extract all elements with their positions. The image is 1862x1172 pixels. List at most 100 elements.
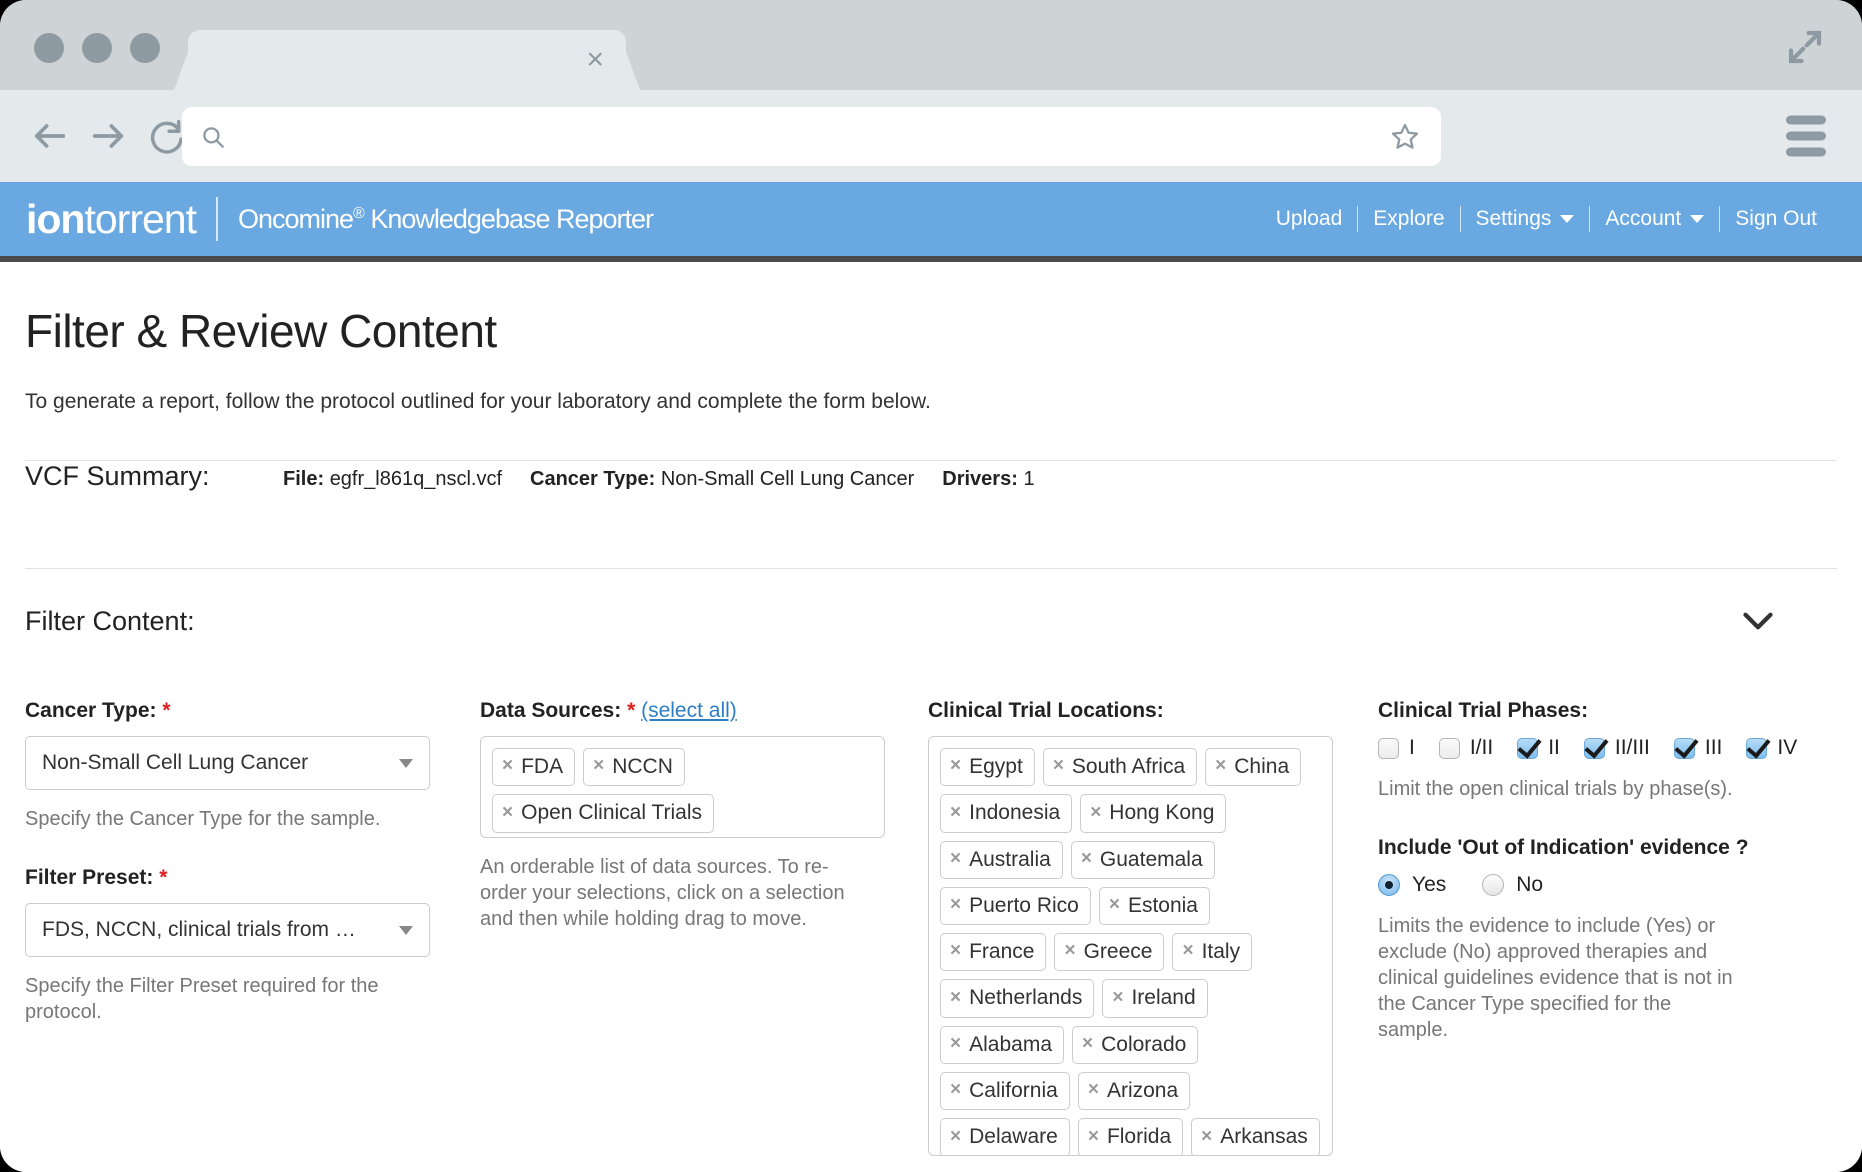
checkbox-checked-icon[interactable] <box>1583 737 1605 759</box>
close-window-button[interactable] <box>34 33 64 63</box>
location-tag[interactable]: × Hong Kong <box>1080 794 1227 833</box>
browser-tab[interactable]: × <box>188 30 626 90</box>
phase-option[interactable]: I/II <box>1438 736 1493 760</box>
tag-label: South Africa <box>1071 755 1186 778</box>
location-tag[interactable]: × China <box>1205 748 1302 787</box>
location-tag[interactable]: × France <box>940 933 1047 972</box>
remove-tag-icon[interactable]: × <box>1182 939 1193 964</box>
location-tag[interactable]: × Delaware <box>940 1118 1070 1155</box>
clinical-trial-locations-tag-list[interactable]: × Egypt × South Africa × China × Indonesia × Hong… <box>928 736 1333 1156</box>
location-tag[interactable]: × Ireland <box>1102 979 1208 1018</box>
remove-tag-icon[interactable]: × <box>950 847 961 872</box>
data-source-tag[interactable]: × FDA <box>492 748 576 787</box>
chevron-down-icon[interactable] <box>1743 612 1773 630</box>
remove-tag-icon[interactable]: × <box>502 801 513 826</box>
phase-option[interactable]: II/III <box>1583 736 1650 760</box>
checkbox-unchecked-icon[interactable] <box>1378 737 1399 759</box>
remove-tag-icon[interactable]: × <box>1109 893 1120 918</box>
filter-preset-select[interactable]: FDS, NCCN, clinical trials from … <box>25 903 430 957</box>
phase-option[interactable]: III <box>1673 736 1723 760</box>
hamburger-menu-icon[interactable] <box>1786 115 1826 157</box>
remove-tag-icon[interactable]: × <box>593 754 604 779</box>
remove-tag-icon[interactable]: × <box>1082 1032 1093 1057</box>
checkbox-checked-icon[interactable] <box>1517 737 1539 759</box>
remove-tag-icon[interactable]: × <box>502 754 513 779</box>
checkbox-checked-icon[interactable] <box>1746 737 1768 759</box>
location-tag[interactable]: × Guatemala <box>1070 840 1215 879</box>
back-arrow-icon[interactable] <box>24 110 76 162</box>
clinical-trial-phases-options[interactable]: I I/II II II/III III IV <box>1378 736 1837 760</box>
minimize-window-button[interactable] <box>82 33 112 63</box>
location-tag[interactable]: × Netherlands <box>940 979 1095 1018</box>
out-of-indication-options[interactable]: Yes No <box>1378 873 1837 897</box>
location-tag[interactable]: × Alabama <box>940 1025 1064 1065</box>
checkbox-checked-icon[interactable] <box>1673 737 1695 759</box>
phase-option-label: III <box>1704 736 1723 759</box>
location-tag[interactable]: × South Africa <box>1042 748 1198 787</box>
location-tag[interactable]: × Arkansas <box>1191 1118 1320 1155</box>
remove-tag-icon[interactable]: × <box>950 754 961 779</box>
data-sources-tag-list[interactable]: × FDA × NCCN × Open Clinical Trials <box>480 736 885 838</box>
tag-label: Indonesia <box>969 801 1061 825</box>
remove-tag-icon[interactable]: × <box>1090 801 1101 826</box>
tag-label: Open Clinical Trials <box>521 801 703 825</box>
window-controls[interactable] <box>34 33 160 63</box>
filter-content-header[interactable]: Filter Content: <box>25 569 1837 673</box>
remove-tag-icon[interactable]: × <box>1112 986 1123 1011</box>
remove-tag-icon[interactable]: × <box>950 986 961 1011</box>
location-tag[interactable]: × California <box>940 1072 1070 1111</box>
location-tag[interactable]: × Greece <box>1054 933 1165 972</box>
location-tag[interactable]: × Estonia <box>1098 886 1210 926</box>
nav-item-upload[interactable]: Upload <box>1261 207 1358 231</box>
browser-window: × ion torrent Oncomine® Knowledgebase Re… <box>0 0 1862 1172</box>
maximize-window-button[interactable] <box>130 33 160 63</box>
app-title-prefix: Oncomine <box>237 203 354 234</box>
close-icon[interactable]: × <box>586 43 604 76</box>
forward-arrow-icon[interactable] <box>82 110 134 162</box>
remove-tag-icon[interactable]: × <box>950 801 961 826</box>
remove-tag-icon[interactable]: × <box>950 1032 961 1057</box>
nav-item-explore[interactable]: Explore <box>1358 207 1459 231</box>
radio-selected-icon[interactable] <box>1378 874 1400 896</box>
url-input[interactable] <box>236 125 1389 148</box>
remove-tag-icon[interactable]: × <box>950 939 961 964</box>
remove-tag-icon[interactable]: × <box>950 1125 961 1150</box>
phase-option[interactable]: II <box>1517 736 1560 760</box>
cancer-type-select[interactable]: Non-Small Cell Lung Cancer <box>25 736 430 790</box>
location-tag[interactable]: × Puerto Rico <box>940 886 1091 926</box>
location-tag[interactable]: × Egypt <box>940 748 1035 787</box>
out-of-indication-option[interactable]: No <box>1482 873 1543 897</box>
remove-tag-icon[interactable]: × <box>950 893 961 918</box>
address-bar[interactable] <box>182 107 1441 166</box>
checkbox-unchecked-icon[interactable] <box>1438 737 1460 759</box>
phase-option[interactable]: IV <box>1746 736 1797 760</box>
out-of-indication-option[interactable]: Yes <box>1378 873 1446 897</box>
expand-icon[interactable] <box>1784 26 1826 68</box>
nav-item-account[interactable]: Account <box>1590 207 1719 231</box>
tag-label: Delaware <box>969 1125 1058 1149</box>
remove-tag-icon[interactable]: × <box>1215 754 1226 779</box>
location-tag[interactable]: × Florida <box>1077 1118 1184 1155</box>
location-tag[interactable]: × Colorado <box>1072 1025 1199 1065</box>
remove-tag-icon[interactable]: × <box>1201 1125 1212 1150</box>
remove-tag-icon[interactable]: × <box>1064 939 1075 964</box>
remove-tag-icon[interactable]: × <box>1053 754 1064 779</box>
star-icon[interactable] <box>1389 121 1421 153</box>
data-source-tag[interactable]: × Open Clinical Trials <box>492 794 715 833</box>
radio-unselected-icon[interactable] <box>1482 874 1505 896</box>
select-all-link[interactable]: (select all) <box>641 699 737 722</box>
data-source-tag[interactable]: × NCCN <box>583 748 685 787</box>
nav-item-sign-out[interactable]: Sign Out <box>1720 207 1832 231</box>
nav-item-settings[interactable]: Settings <box>1461 207 1590 231</box>
remove-tag-icon[interactable]: × <box>1088 1125 1099 1150</box>
tag-label: Arkansas <box>1220 1125 1308 1149</box>
remove-tag-icon[interactable]: × <box>950 1078 961 1103</box>
remove-tag-icon[interactable]: × <box>1088 1078 1099 1103</box>
location-tag[interactable]: × Indonesia <box>940 794 1073 833</box>
location-tag[interactable]: × Italy <box>1172 933 1253 972</box>
remove-tag-icon[interactable]: × <box>1081 847 1092 872</box>
location-tag[interactable]: × Australia <box>940 840 1063 879</box>
cancer-type-help: Specify the Cancer Type for the sample. <box>25 808 381 830</box>
location-tag[interactable]: × Arizona <box>1077 1072 1191 1111</box>
phase-option[interactable]: I <box>1378 736 1415 760</box>
